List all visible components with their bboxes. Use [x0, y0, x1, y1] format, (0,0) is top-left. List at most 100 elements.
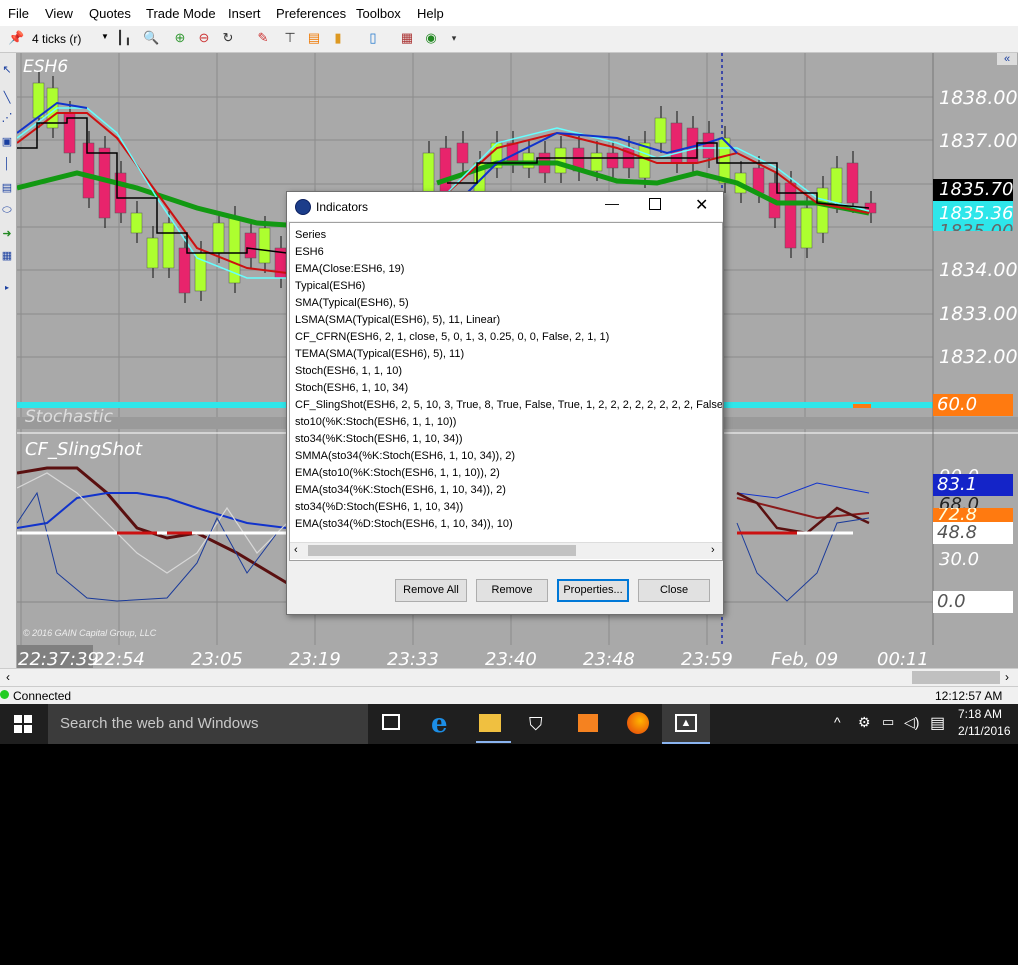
series-list-item[interactable]: EMA(Close:ESH6, 19) — [295, 263, 404, 275]
series-list-item[interactable]: SMA(Typical(ESH6), 5) — [295, 297, 409, 309]
remove-all-button[interactable]: Remove All — [395, 579, 467, 602]
file-explorer-icon[interactable] — [479, 714, 501, 732]
tray-network-icon[interactable]: ▭ — [882, 714, 894, 730]
series-list[interactable]: Series ESH6 EMA(Close:ESH6, 19) Typical(ES… — [289, 222, 723, 561]
series-list-item[interactable]: Stoch(ESH6, 1, 10, 34) — [295, 382, 408, 394]
series-list-item[interactable]: CF_CFRN(ESH6, 2, 1, close, 5, 0, 1, 3, 0… — [295, 331, 609, 343]
status-bar: Connected 12:12:57 AM — [0, 686, 1018, 705]
photos-icon[interactable]: ▲ — [675, 714, 697, 732]
series-list-item[interactable]: ESH6 — [295, 246, 324, 258]
line-icon[interactable]: ╲ — [0, 91, 14, 105]
draw-tool-icon[interactable]: ✎ — [255, 30, 271, 46]
series-list-item[interactable]: Stoch(ESH6, 1, 1, 10) — [295, 365, 402, 377]
menu-preferences[interactable]: Preferences — [276, 6, 346, 21]
series-list-item[interactable]: sto34(%D:Stoch(ESH6, 1, 10, 34)) — [295, 501, 463, 513]
globe-icon[interactable]: ◉ — [423, 30, 439, 46]
series-list-item[interactable]: LSMA(SMA(Typical(ESH6), 5), 11, Linear) — [295, 314, 500, 326]
scroll-right-icon[interactable]: › — [1005, 670, 1009, 684]
windows-start-icon[interactable] — [14, 715, 32, 733]
price-tick: 1837.00 — [939, 130, 1018, 152]
overflow-icon[interactable]: ▾ — [446, 30, 462, 46]
list-hscrollbar[interactable]: ‹ › — [290, 542, 722, 559]
pin-icon[interactable]: 📌 — [8, 30, 24, 46]
sling-dark-line — [17, 466, 288, 585]
series-list-item[interactable]: EMA(sto34(%K:Stoch(ESH6, 1, 10, 34)), 2) — [295, 484, 506, 496]
close-icon[interactable]: ✕ — [695, 195, 708, 215]
note-icon[interactable]: ▤ — [0, 181, 14, 195]
series-list-item[interactable]: EMA(sto34(%D:Stoch(ESH6, 1, 10, 34)), 10… — [295, 518, 513, 530]
collapse-icon[interactable]: « — [997, 53, 1017, 65]
minimize-icon[interactable]: — — [605, 195, 619, 211]
zoom-icon[interactable]: 🔍 — [143, 30, 159, 46]
scroll-left-icon[interactable]: ‹ — [294, 544, 298, 556]
close-button[interactable]: Close — [638, 579, 710, 602]
time-label: 22:37:39 — [18, 649, 99, 670]
clock-time[interactable]: 7:18 AM — [958, 707, 1002, 721]
sling-blue-tag: 83.1 — [933, 474, 1013, 496]
text-icon[interactable]: ▣ — [0, 135, 14, 149]
task-view-icon[interactable] — [382, 714, 400, 730]
series-list-item[interactable]: TEMA(SMA(Typical(ESH6), 5), 11) — [295, 348, 464, 360]
copyright: © 2016 GAIN Capital Group, LLC — [23, 628, 157, 638]
tray-volume-icon[interactable]: ◁) — [904, 714, 919, 731]
media-icon[interactable] — [578, 714, 598, 732]
menu-insert[interactable]: Insert — [228, 6, 261, 21]
arrow-icon[interactable]: ↖ — [0, 63, 14, 77]
sling-blue-thin-line — [17, 491, 278, 602]
series-list-item[interactable]: SMMA(sto34(%K:Stoch(ESH6, 1, 10, 34)), 2… — [295, 450, 515, 462]
photos-app-highlight[interactable]: ▲ — [662, 704, 710, 744]
menu-view[interactable]: View — [45, 6, 73, 21]
series-list-item[interactable]: Typical(ESH6) — [295, 280, 365, 292]
bar-style-icon[interactable]: ┃╻ — [116, 30, 132, 46]
indicator-icon[interactable]: ▤ — [306, 30, 322, 46]
notification-icon[interactable]: ▤ — [930, 713, 945, 733]
channel-icon[interactable]: ⋰ — [0, 111, 14, 125]
phone-icon[interactable]: ▯ — [365, 30, 381, 46]
interval-select[interactable]: 4 ticks (r) — [32, 32, 81, 46]
taskbar-search-input[interactable]: Search the web and Windows — [48, 704, 368, 744]
dialog-title: Indicators — [316, 200, 369, 214]
clock-date[interactable]: 2/11/2016 — [958, 724, 1011, 738]
hierarchy-icon[interactable]: ⊤ — [282, 30, 298, 46]
menu-toolbox[interactable]: Toolbox — [356, 6, 401, 21]
list-scroll-thumb[interactable] — [308, 545, 576, 556]
series-list-item[interactable]: EMA(sto10(%K:Stoch(ESH6, 1, 1, 10)), 2) — [295, 467, 500, 479]
properties-button[interactable]: Properties... — [557, 579, 629, 602]
slingshot-panel-label: CF_SlingShot — [25, 439, 143, 460]
maximize-icon[interactable] — [649, 198, 661, 210]
more-icon[interactable]: ▸ — [0, 281, 14, 295]
connected-dot-icon — [0, 690, 9, 699]
menu-quotes[interactable]: Quotes — [89, 6, 131, 21]
menu-file[interactable]: File — [8, 6, 29, 21]
chevron-down-icon[interactable]: ▼ — [101, 32, 109, 41]
stoch-marker — [853, 404, 871, 408]
scroll-left-icon[interactable]: ‹ — [6, 670, 10, 684]
series-list-item[interactable]: sto10(%K:Stoch(ESH6, 1, 1, 10)) — [295, 416, 456, 428]
series-list-item[interactable]: sto34(%K:Stoch(ESH6, 1, 10, 34)) — [295, 433, 463, 445]
scroll-thumb[interactable] — [912, 671, 1000, 684]
edge-icon[interactable]: e — [431, 709, 448, 739]
app-icon — [295, 199, 311, 215]
zoom-in-icon[interactable]: ⊕ — [172, 30, 188, 46]
tray-chevron-up-icon[interactable]: ^ — [834, 714, 841, 730]
arrow-right-icon[interactable]: ➜ — [0, 227, 14, 241]
tray-settings-icon[interactable]: ⚙ — [858, 714, 871, 731]
remove-button[interactable]: Remove — [476, 579, 548, 602]
taskbar: Search the web and Windows e ⛉ ▲ ^ ⚙ ▭ ◁… — [0, 704, 1018, 744]
last-price-tag: 1835.70 — [933, 179, 1013, 203]
bar-chart-icon[interactable]: ▮ — [330, 30, 346, 46]
vline-icon[interactable]: │ — [0, 157, 14, 171]
grid-icon[interactable]: ▦ — [0, 249, 14, 263]
dialog-titlebar[interactable]: Indicators — ✕ — [287, 192, 723, 221]
chart-scrollbar[interactable]: ‹ › — [0, 668, 1018, 687]
menu-trade-mode[interactable]: Trade Mode — [146, 6, 216, 21]
ellipse-icon[interactable]: ⬭ — [0, 203, 14, 217]
series-list-item[interactable]: CF_SlingShot(ESH6, 2, 5, 10, 3, True, 8,… — [295, 399, 722, 411]
scroll-right-icon[interactable]: › — [711, 544, 715, 556]
store-icon[interactable]: ⛉ — [529, 714, 543, 735]
refresh-icon[interactable]: ↻ — [220, 30, 236, 46]
menu-help[interactable]: Help — [417, 6, 444, 21]
report-icon[interactable]: ▦ — [399, 30, 415, 46]
zoom-out-icon[interactable]: ⊖ — [196, 30, 212, 46]
firefox-icon[interactable] — [627, 712, 649, 734]
